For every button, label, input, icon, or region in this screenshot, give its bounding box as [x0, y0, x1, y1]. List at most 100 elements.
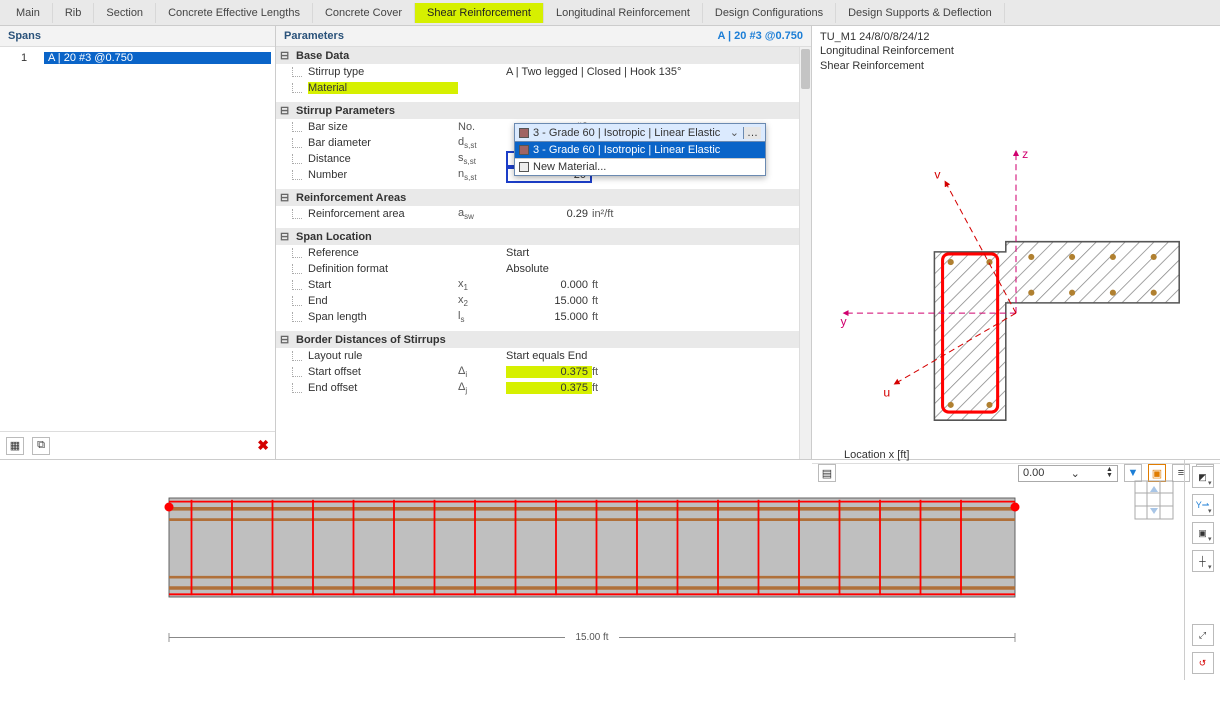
- section-long-reinf: Longitudinal Reinforcement: [820, 44, 1212, 58]
- section-shear-reinf: Shear Reinforcement: [820, 59, 1212, 73]
- label-layout-rule: Layout rule: [308, 350, 458, 362]
- tab-design-supports-deflection[interactable]: Design Supports & Deflection: [836, 3, 1005, 23]
- row-layout-rule[interactable]: Layout rule Start equals End: [276, 348, 811, 364]
- duplicate-item-icon[interactable]: ⧉: [32, 437, 50, 455]
- row-material[interactable]: Material: [276, 80, 811, 96]
- ellipsis-icon[interactable]: …: [743, 127, 761, 139]
- tab-main[interactable]: Main: [4, 3, 53, 23]
- row-definition-format[interactable]: Definition format Absolute: [276, 261, 811, 277]
- view-3d-icon[interactable]: ◩▾: [1192, 466, 1214, 488]
- label-bar-size: Bar size: [308, 121, 458, 133]
- spans-panel: Spans 1 A | 20 #3 @0.750 ▦ ⧉ ✖: [0, 26, 276, 459]
- chevron-down-icon[interactable]: ⌄: [730, 126, 739, 139]
- material-selected[interactable]: 3 - Grade 60 | Isotropic | Linear Elasti…: [515, 124, 765, 142]
- material-swatch-icon: [519, 128, 529, 138]
- val-start: 0.000: [506, 279, 592, 291]
- unit-span-length: ft: [592, 311, 632, 323]
- val-reinf-area: 0.29: [506, 208, 592, 220]
- label-end: End: [308, 295, 458, 307]
- view-y-icon[interactable]: Y⇀▾: [1192, 494, 1214, 516]
- beam-length-label: 15.00 ft: [576, 632, 609, 643]
- material-dropdown[interactable]: 3 - Grade 60 | Isotropic | Linear Elasti…: [514, 123, 766, 176]
- material-swatch-icon: [519, 145, 529, 155]
- section-panel: TU_M1 24/8/0/8/24/12 Longitudinal Reinfo…: [812, 26, 1220, 459]
- material-option-highlighted[interactable]: 3 - Grade 60 | Isotropic | Linear Elasti…: [515, 142, 765, 158]
- section-label: Border Distances of Stirrups: [296, 334, 446, 346]
- material-new-text: New Material...: [533, 161, 606, 173]
- unit-start: ft: [592, 279, 632, 291]
- val-end: 15.000: [506, 295, 592, 307]
- label-material: Material: [308, 82, 458, 94]
- label-reference: Reference: [308, 247, 458, 259]
- span-row[interactable]: 1 A | 20 #3 @0.750: [4, 49, 271, 67]
- view-section-icon[interactable]: ▣▾: [1192, 522, 1214, 544]
- delete-icon[interactable]: ✖: [257, 437, 269, 454]
- section-drawing[interactable]: z y v u: [812, 77, 1220, 447]
- collapse-icon[interactable]: ⊟: [280, 104, 292, 117]
- row-start-offset[interactable]: Start offset Δi 0.375 ft: [276, 364, 811, 380]
- blank-swatch-icon: [519, 162, 529, 172]
- sym-bar-diameter: ds,st: [458, 136, 506, 150]
- beam-drawing[interactable]: 15.00 ft: [0, 460, 1184, 680]
- collapse-icon[interactable]: ⊟: [280, 333, 292, 346]
- sym-number: ns,st: [458, 168, 506, 182]
- view-navigator-icon[interactable]: [1134, 480, 1174, 520]
- label-number: Number: [308, 169, 458, 181]
- sym-start-offset: Δi: [458, 365, 506, 379]
- tab-section[interactable]: Section: [94, 3, 156, 23]
- row-reference[interactable]: Reference Start: [276, 245, 811, 261]
- row-end-offset[interactable]: End offset Δj 0.375 ft: [276, 380, 811, 396]
- row-reinforcement-area[interactable]: Reinforcement area asw 0.29 in²/ft: [276, 206, 811, 222]
- parameters-title: Parameters: [284, 30, 344, 42]
- spans-list[interactable]: 1 A | 20 #3 @0.750: [0, 47, 275, 431]
- section-border-distances[interactable]: ⊟ Border Distances of Stirrups: [276, 331, 811, 348]
- view-axes-icon[interactable]: ┼▾: [1192, 550, 1214, 572]
- material-new[interactable]: New Material...: [515, 158, 765, 175]
- span-index: 1: [4, 52, 44, 64]
- expand-icon[interactable]: ⤢: [1192, 624, 1214, 646]
- val-layout-rule: Start equals End: [506, 350, 591, 362]
- reset-view-icon[interactable]: ↺: [1192, 652, 1214, 674]
- spans-toolbar: ▦ ⧉ ✖: [0, 431, 275, 459]
- label-bar-diameter: Bar diameter: [308, 137, 458, 149]
- section-reinforcement-areas[interactable]: ⊟ Reinforcement Areas: [276, 189, 811, 206]
- spans-title: Spans: [0, 26, 275, 47]
- label-start: Start: [308, 279, 458, 291]
- beam-panel: 15.00 ft ◩▾ Y⇀▾ ▣▾ ┼▾ ⤢ ↺: [0, 460, 1220, 680]
- section-label: Base Data: [296, 50, 349, 62]
- section-stirrup-parameters[interactable]: ⊟ Stirrup Parameters: [276, 102, 811, 119]
- section-label: Span Location: [296, 231, 372, 243]
- collapse-icon[interactable]: ⊟: [280, 49, 292, 62]
- value-stirrup-type: A | Two legged | Closed | Hook 135°: [506, 66, 685, 78]
- section-span-location[interactable]: ⊟ Span Location: [276, 228, 811, 245]
- collapse-icon[interactable]: ⊟: [280, 191, 292, 204]
- view-side-toolbar: ◩▾ Y⇀▾ ▣▾ ┼▾ ⤢ ↺: [1184, 460, 1220, 680]
- tab-concrete-eff-lengths[interactable]: Concrete Effective Lengths: [156, 3, 313, 23]
- label-reinf-area: Reinforcement area: [308, 208, 458, 220]
- label-distance: Distance: [308, 153, 458, 165]
- row-span-length[interactable]: Span length ls 15.000 ft: [276, 309, 811, 325]
- tab-rib[interactable]: Rib: [53, 3, 95, 23]
- tab-concrete-cover[interactable]: Concrete Cover: [313, 3, 415, 23]
- tab-design-configurations[interactable]: Design Configurations: [703, 3, 836, 23]
- span-desc: A | 20 #3 @0.750: [44, 52, 271, 64]
- axis-y: y: [841, 314, 848, 328]
- row-start[interactable]: Start x1 0.000 ft: [276, 277, 811, 293]
- sym-end: x2: [458, 294, 506, 308]
- section-label: Stirrup Parameters: [296, 105, 395, 117]
- tab-longitudinal-reinforcement[interactable]: Longitudinal Reinforcement: [544, 3, 703, 23]
- label-stirrup-type: Stirrup type: [308, 66, 458, 78]
- val-span-length: 15.000: [506, 311, 592, 323]
- tab-shear-reinforcement[interactable]: Shear Reinforcement: [415, 3, 544, 23]
- unit-end-offset: ft: [592, 382, 632, 394]
- row-stirrup-type[interactable]: Stirrup type A | Two legged | Closed | H…: [276, 64, 811, 80]
- new-item-icon[interactable]: ▦: [6, 437, 24, 455]
- sym-start: x1: [458, 278, 506, 292]
- sym-bar-size: No.: [458, 121, 506, 133]
- collapse-icon[interactable]: ⊟: [280, 230, 292, 243]
- label-end-offset: End offset: [308, 382, 458, 394]
- sym-distance: ss,st: [458, 152, 506, 166]
- section-base-data[interactable]: ⊟ Base Data: [276, 47, 811, 64]
- row-end[interactable]: End x2 15.000 ft: [276, 293, 811, 309]
- scrollbar[interactable]: [799, 47, 811, 459]
